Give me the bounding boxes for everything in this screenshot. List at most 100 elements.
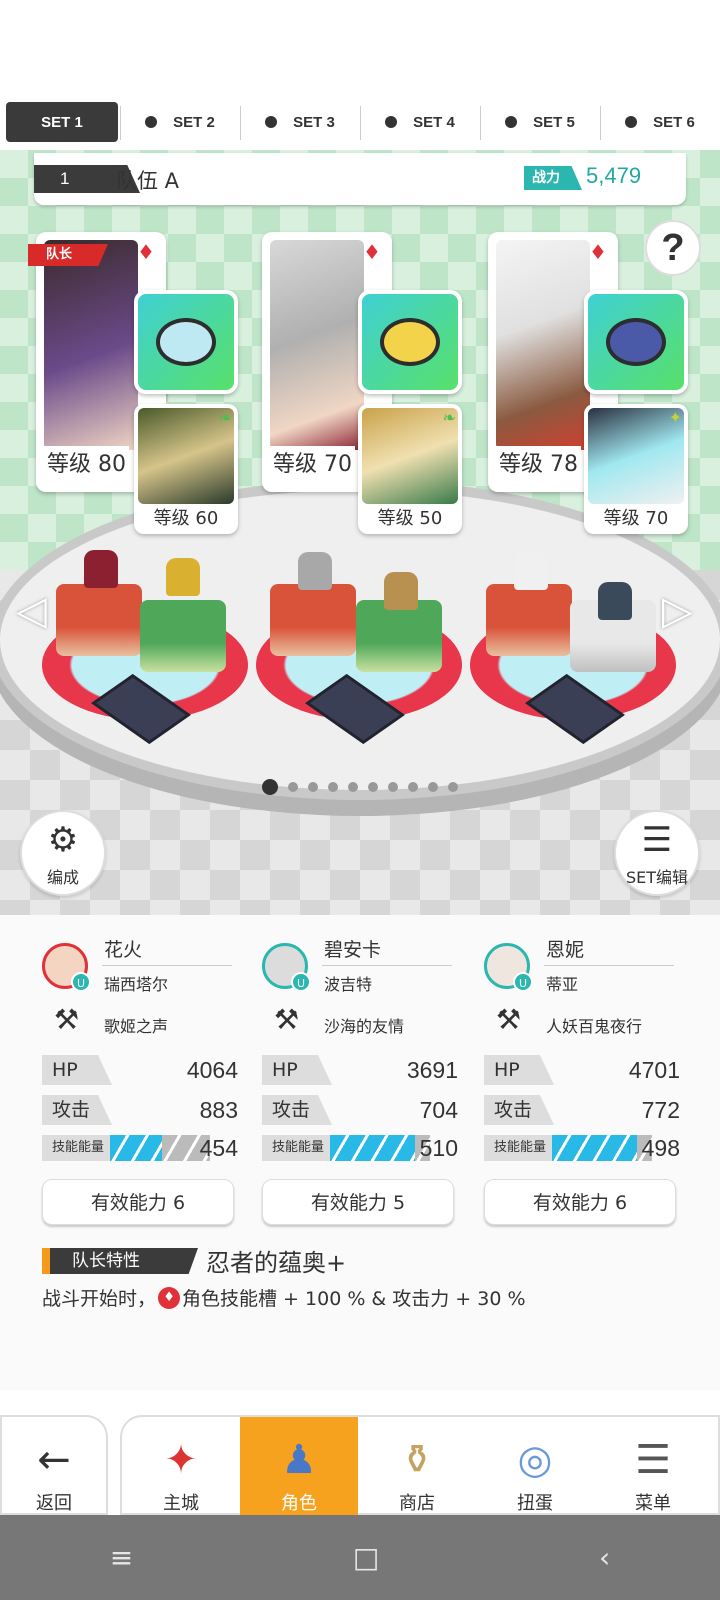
stand-block [140,600,226,672]
ability-button[interactable]: 有效能力 5 [262,1179,454,1225]
edit-gear-icon: ⚙ [47,820,79,860]
character-avatar[interactable]: U [484,943,533,992]
stand-block [356,600,442,672]
diamond-element-icon: ♦ [137,240,155,264]
tab-set-6[interactable]: SET 6 [604,102,716,142]
page-indicator [0,776,720,795]
edit-button[interactable]: ⚙ 编成 [20,810,106,896]
recents-icon[interactable]: ≡ [110,1541,133,1574]
character-portrait [44,240,138,450]
back-item: ← 返回 [2,1417,106,1517]
tab-set-5[interactable]: SET 5 [484,102,596,142]
help-button[interactable]: ? [645,220,701,276]
orb-icon [606,318,666,366]
team-name[interactable]: 队伍 A [116,165,179,195]
hp-value: 4064 [186,1057,238,1083]
set-edit-button[interactable]: ☰ SET编辑 [614,810,700,896]
ability-button[interactable]: 有效能力 6 [484,1179,676,1225]
orb-icon [156,318,216,366]
stand-block [486,584,572,656]
nav-item-town[interactable]: ✦ 主城 [122,1417,240,1517]
character-sprite [298,552,332,590]
page-dot[interactable] [288,781,298,792]
desc-suffix: 角色技能槽 + 100 % & 攻击力 + 30 % [182,1288,526,1310]
sub-character-card[interactable]: ❧ 等级 50 [358,404,462,534]
character-avatar[interactable]: U [262,943,311,992]
nav-label: 菜单 [635,1493,671,1514]
power-badge: 战力 [524,166,582,190]
atk-label: 攻击 [484,1095,554,1125]
energy-row: 技能能量 510 [262,1135,458,1161]
page-dot[interactable] [348,781,358,792]
sparkle-icon: ✦ [668,408,682,427]
stand-block [56,584,142,656]
nav-item-menu[interactable]: ☰ 菜单 [594,1417,712,1517]
leader-trait-tag: 队长特性 [42,1248,198,1274]
prev-arrow-icon[interactable]: ◁ [16,588,47,634]
character-title: 瑞西塔尔 [104,975,169,994]
page-dot[interactable] [428,781,438,792]
page-dot[interactable] [262,778,278,795]
tab-set-4[interactable]: SET 4 [364,102,476,142]
element-icon: U [291,972,311,992]
desc-prefix: 战斗开始时， [42,1288,157,1310]
leaf-icon: ❧ [218,408,232,427]
character-sprite [84,550,118,588]
atk-value: 704 [419,1097,458,1123]
tab-set-1[interactable]: SET 1 [6,102,118,142]
page-dot[interactable] [308,781,318,792]
energy-label: 技能能量 [484,1135,554,1161]
sub-character-level: 等级 70 [603,508,669,529]
question-icon: ? [661,226,685,269]
list-icon: ☰ [641,820,673,860]
character-avatar[interactable]: U [42,943,91,992]
gem-slot[interactable] [134,290,238,394]
orb-icon [380,318,440,366]
set-edit-label: SET编辑 [625,868,689,887]
weapon-icon: ⚒ [54,1003,80,1036]
weapon-icon: ⚒ [274,1003,300,1036]
energy-bar [110,1135,210,1161]
character-level: 等级 78 [496,446,581,478]
nav-item-character[interactable]: ♟ 角色 [240,1417,358,1517]
stats-panel: U 花火 瑞西塔尔 ⚒ 歌姬之声 HP 4064 攻击 883 技能能量 454 有效… [0,915,720,1390]
diamond-element-icon: ♦ [158,1286,181,1309]
leader-badge: 队长 [28,244,108,266]
sub-character-card[interactable]: ❧ 等级 60 [134,404,238,534]
page-dot[interactable] [368,781,378,792]
gacha-icon: ◎ [517,1437,553,1483]
gem-slot[interactable] [358,290,462,394]
nav-item-gacha[interactable]: ◎ 扭蛋 [476,1417,594,1517]
leader-trait-name: 忍者的蕴奥+ [206,1249,347,1277]
tab-set-2[interactable]: SET 2 [124,102,236,142]
page-dot[interactable] [328,781,338,792]
weapon-name: 歌姬之声 [104,1017,169,1036]
sub-character-card[interactable]: ✦ 等级 70 [584,404,688,534]
home-icon[interactable]: □ [353,1541,379,1574]
energy-bar [330,1135,430,1161]
tab-dot-icon [265,116,278,128]
character-level: 等级 80 [44,446,129,478]
nav-label: 商店 [399,1493,435,1514]
character-portrait [496,240,590,450]
hp-value: 4701 [628,1057,680,1083]
tab-label: SET 2 [173,113,215,131]
page-dot[interactable] [408,781,418,792]
character-name: 花火 [104,939,143,961]
page-dot[interactable] [388,781,398,792]
gem-slot[interactable] [584,290,688,394]
energy-value: 510 [419,1135,458,1161]
next-arrow-icon[interactable]: ▷ [662,588,693,634]
ability-button[interactable]: 有效能力 6 [42,1179,234,1225]
tab-dot-icon [505,116,518,128]
nav-item-shop[interactable]: ⚱ 商店 [358,1417,476,1517]
back-button[interactable]: ← 返回 [0,1415,108,1515]
tab-label: SET 6 [653,113,695,131]
back-icon[interactable]: ‹ [599,1541,610,1574]
hp-label: HP [262,1055,332,1085]
diamond-element-icon: ♦ [589,240,607,264]
tab-set-3[interactable]: SET 3 [244,102,356,142]
page-dot[interactable] [448,781,458,792]
atk-row: 攻击 883 [42,1095,238,1125]
hp-row: HP 3691 [262,1055,458,1085]
